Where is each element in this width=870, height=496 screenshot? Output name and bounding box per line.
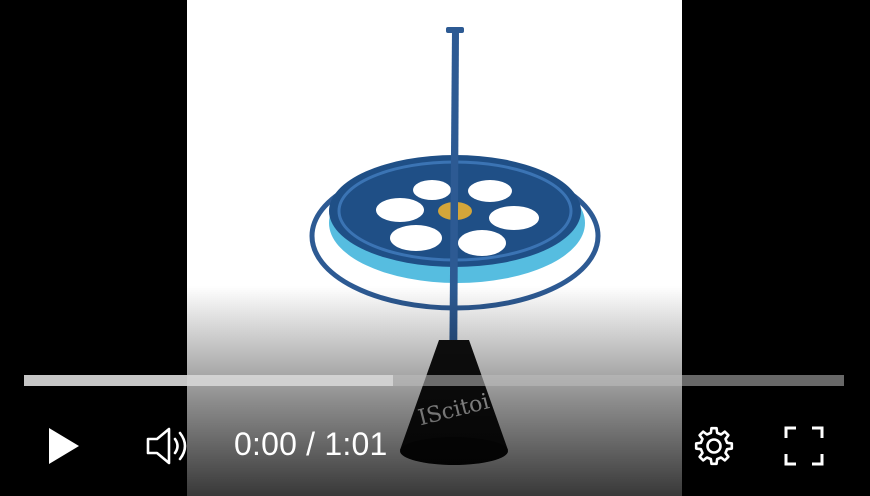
rotor-hole xyxy=(489,206,539,230)
time-display: 0:00 / 1:01 xyxy=(234,424,387,464)
gyroscope-illustration: IScitoi xyxy=(309,27,601,465)
duration: 1:01 xyxy=(324,426,388,462)
progress-buffered xyxy=(24,375,393,386)
video-frame[interactable]: IScitoi xyxy=(187,0,682,496)
current-time: 0:00 xyxy=(234,426,298,462)
rotor-hole xyxy=(458,230,506,256)
volume-button[interactable] xyxy=(140,420,198,472)
volume-icon xyxy=(146,427,187,465)
rotor-hole xyxy=(468,180,512,202)
rotor-hole xyxy=(376,198,424,222)
gear-icon xyxy=(694,426,734,466)
time-separator: / xyxy=(297,426,325,462)
fullscreen-button[interactable] xyxy=(778,420,830,472)
fullscreen-icon xyxy=(784,426,824,466)
spindle-cap xyxy=(446,27,464,33)
rotor-hole xyxy=(413,180,451,200)
play-button[interactable] xyxy=(38,420,90,472)
cone-base-bottom xyxy=(400,437,508,465)
play-icon xyxy=(49,428,79,464)
gear-outline xyxy=(694,426,734,466)
video-player[interactable]: IScitoi 0:00 / 1:01 xyxy=(0,0,870,496)
rotor-hole xyxy=(390,225,442,251)
settings-button[interactable] xyxy=(688,420,740,472)
progress-bar[interactable] xyxy=(24,375,844,386)
